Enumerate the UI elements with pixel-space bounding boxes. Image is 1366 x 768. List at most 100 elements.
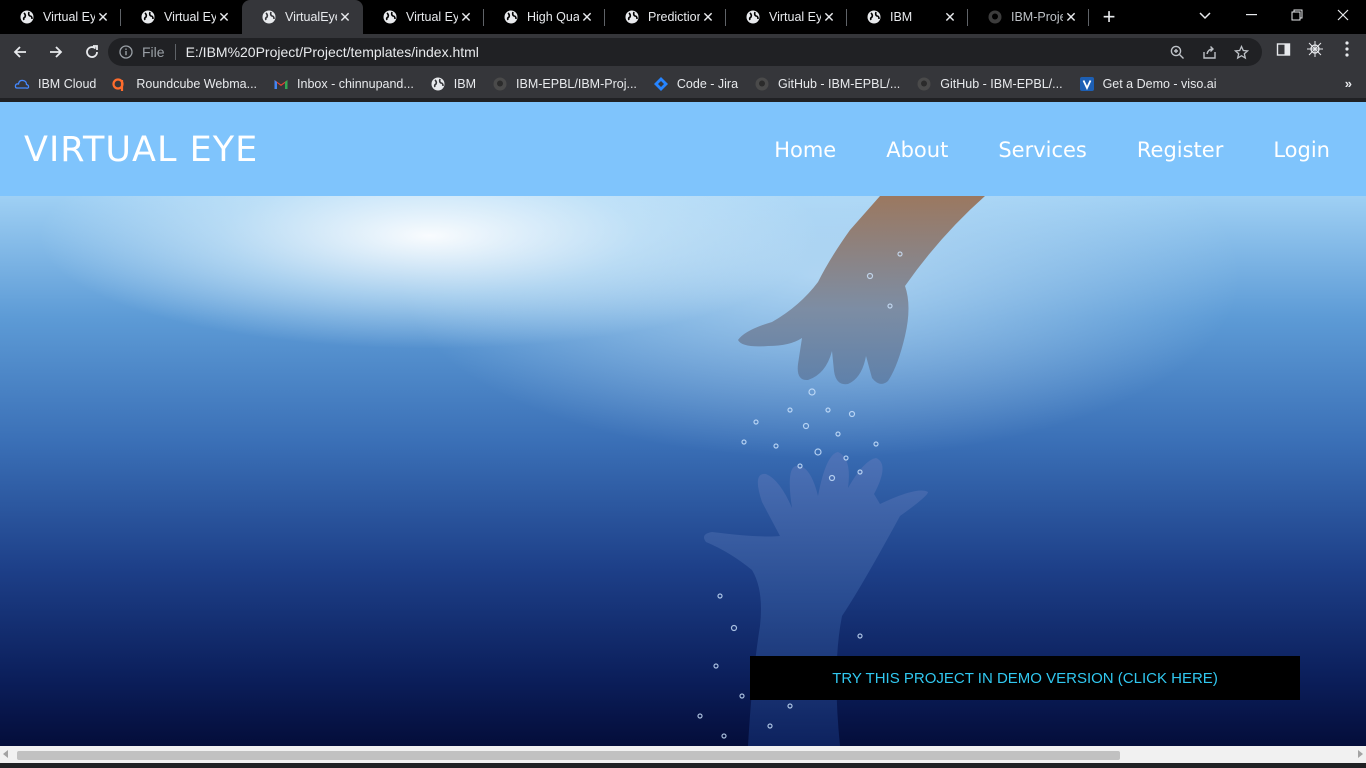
bookmark-label: IBM Cloud — [38, 77, 97, 91]
close-tab-icon[interactable]: ✕ — [95, 9, 111, 25]
tab-title: IBM-Projec — [1011, 10, 1063, 24]
globe-icon — [625, 10, 639, 24]
scheme-label: File — [142, 44, 165, 60]
nav-login[interactable]: Login — [1273, 138, 1330, 162]
bookmark-label: Get a Demo - viso.ai — [1102, 77, 1217, 91]
nav-services[interactable]: Services — [998, 138, 1087, 162]
forward-button[interactable] — [40, 36, 72, 68]
arrow-left-icon — [13, 46, 26, 58]
site-nav: Home About Services Register Login — [774, 138, 1330, 162]
bookmark-item[interactable]: Inbox - chinnupand... — [267, 72, 420, 96]
tab-title: Prediction — [648, 10, 700, 24]
site-header: VIRTUAL EYE Home About Services Register… — [0, 102, 1366, 196]
tab-title: Virtual Eye — [164, 10, 216, 24]
browser-tab[interactable]: Prediction ✕ — [605, 0, 726, 34]
address-bar[interactable]: File E:/IBM%20Project/Project/templates/… — [108, 38, 1262, 66]
scroll-left-arrow-icon[interactable] — [3, 750, 8, 758]
arrow-right-icon — [50, 46, 63, 58]
nav-register[interactable]: Register — [1137, 138, 1223, 162]
bookmark-label: GitHub - IBM-EPBL/... — [778, 77, 901, 91]
close-tab-icon[interactable]: ✕ — [216, 9, 232, 25]
ibm-cloud-icon — [14, 76, 30, 92]
scroll-right-arrow-icon[interactable] — [1358, 750, 1363, 758]
browser-tab[interactable]: Virtual Eye ✕ — [121, 0, 242, 34]
browser-tab[interactable]: Virtual Eye ✕ — [0, 0, 121, 34]
browser-tab[interactable]: IBM ✕ — [847, 0, 968, 34]
back-button[interactable] — [4, 36, 36, 68]
nav-about[interactable]: About — [886, 138, 948, 162]
bookmark-item[interactable]: GitHub - IBM-EPBL/... — [910, 72, 1068, 96]
new-tab-button[interactable]: + — [1089, 0, 1129, 34]
close-tab-icon[interactable]: ✕ — [1063, 9, 1079, 25]
bookmarks-bar: IBM Cloud Roundcube Webma... Inbox - chi… — [0, 70, 1366, 98]
close-tab-icon[interactable]: ✕ — [579, 9, 595, 25]
page-viewport: VIRTUAL EYE Home About Services Register… — [0, 102, 1366, 746]
menu-kebab-icon[interactable] — [1334, 36, 1360, 62]
zoom-icon[interactable] — [1164, 39, 1190, 65]
taskbar-edge — [0, 763, 1366, 768]
tab-title: Virtual Eye — [406, 10, 458, 24]
bookmark-label: IBM — [453, 77, 477, 91]
viso-icon — [1079, 76, 1095, 92]
github-icon — [492, 76, 508, 92]
scrollbar-thumb[interactable] — [17, 751, 1120, 760]
minimize-button[interactable] — [1228, 0, 1274, 30]
globe-icon — [262, 10, 276, 24]
tab-title: High Quali — [527, 10, 579, 24]
tab-search-button[interactable] — [1192, 4, 1218, 28]
globe-icon — [383, 10, 397, 24]
browser-tab[interactable]: High Quali ✕ — [484, 0, 605, 34]
jira-icon — [653, 76, 669, 92]
globe-icon — [20, 10, 34, 24]
globe-icon — [141, 10, 155, 24]
close-tab-icon[interactable]: ✕ — [942, 9, 958, 25]
share-icon[interactable] — [1196, 39, 1222, 65]
side-panel-icon[interactable] — [1270, 36, 1296, 62]
tab-strip: Virtual Eye ✕ Virtual Eye ✕ VirtualEye ✕… — [0, 0, 1366, 34]
more-bookmarks-button[interactable]: » — [1345, 76, 1352, 91]
cpanel-icon — [112, 76, 128, 92]
close-tab-icon[interactable]: ✕ — [821, 9, 837, 25]
bookmark-item[interactable]: Get a Demo - viso.ai — [1073, 72, 1223, 96]
close-tab-icon[interactable]: ✕ — [700, 9, 716, 25]
bookmark-item[interactable]: IBM Cloud — [8, 72, 102, 96]
close-window-button[interactable] — [1320, 0, 1366, 30]
globe-icon — [746, 10, 760, 24]
bookmark-label: Code - Jira — [676, 77, 739, 91]
gmail-icon — [273, 76, 289, 92]
tab-title: Virtual Eye — [43, 10, 95, 24]
github-icon — [916, 76, 932, 92]
browser-tab[interactable]: Virtual Eye ✕ — [363, 0, 484, 34]
browser-toolbar: File E:/IBM%20Project/Project/templates/… — [0, 34, 1366, 70]
star-icon[interactable] — [1228, 39, 1254, 65]
reload-icon — [86, 45, 98, 58]
close-tab-icon[interactable]: ✕ — [337, 9, 353, 25]
url-text[interactable]: E:/IBM%20Project/Project/templates/index… — [186, 44, 479, 60]
info-icon[interactable] — [118, 44, 134, 60]
globe-icon — [430, 76, 446, 92]
browser-tab[interactable]: Virtual Eye ✕ — [726, 0, 847, 34]
profile-avatar-icon[interactable] — [1302, 36, 1328, 62]
bookmark-item[interactable]: Code - Jira — [647, 72, 744, 96]
site-brand: VIRTUAL EYE — [24, 130, 259, 170]
bookmark-item[interactable]: Roundcube Webma... — [106, 72, 263, 96]
close-tab-icon[interactable]: ✕ — [458, 9, 474, 25]
github-icon — [988, 10, 1002, 24]
bookmark-item[interactable]: GitHub - IBM-EPBL/... — [748, 72, 906, 96]
tab-title: VirtualEye — [285, 10, 337, 24]
window-controls — [1228, 0, 1366, 30]
horizontal-scrollbar[interactable] — [0, 746, 1366, 763]
demo-button[interactable]: TRY THIS PROJECT IN DEMO VERSION (CLICK … — [750, 656, 1300, 700]
reload-button[interactable] — [76, 36, 108, 68]
github-icon — [754, 76, 770, 92]
tab-title: Virtual Eye — [769, 10, 821, 24]
bookmark-item[interactable]: IBM-EPBL/IBM-Proj... — [486, 72, 643, 96]
bookmark-item[interactable]: IBM — [424, 72, 482, 96]
bookmark-label: Inbox - chinnupand... — [297, 77, 414, 91]
nav-home[interactable]: Home — [774, 138, 836, 162]
bookmark-label: IBM-EPBL/IBM-Proj... — [516, 77, 637, 91]
browser-tab-active[interactable]: VirtualEye ✕ — [242, 0, 363, 34]
restore-button[interactable] — [1274, 0, 1320, 30]
bookmark-label: GitHub - IBM-EPBL/... — [940, 77, 1063, 91]
browser-tab[interactable]: IBM-Projec ✕ — [968, 0, 1089, 34]
